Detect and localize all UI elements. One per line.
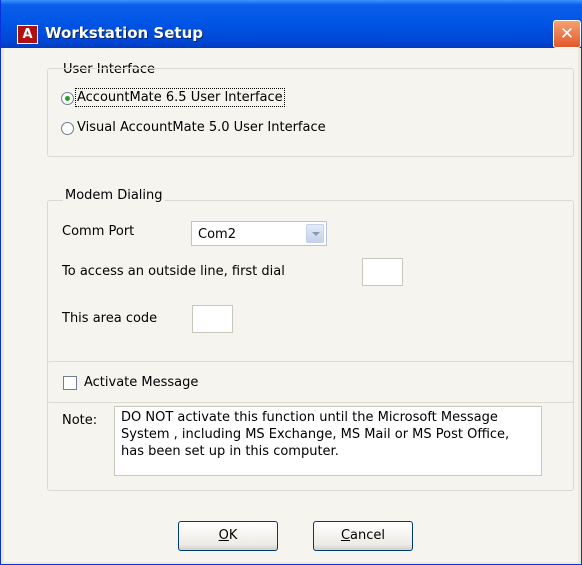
- app-logo-icon: A: [17, 25, 38, 44]
- ok-button-label: K: [228, 528, 238, 543]
- area-code-input[interactable]: [192, 305, 233, 333]
- comm-port-value: Com2: [198, 227, 236, 242]
- title-bar[interactable]: A Workstation Setup ✕: [1, 0, 582, 48]
- close-icon: ✕: [559, 24, 575, 44]
- comm-port-select[interactable]: Com2: [191, 221, 327, 246]
- window-title: Workstation Setup: [45, 24, 203, 42]
- chevron-down-icon[interactable]: [306, 224, 324, 243]
- note-label: Note:: [62, 413, 98, 428]
- comm-port-label: Comm Port: [62, 224, 135, 239]
- modem-dialing-group-label: Modem Dialing: [63, 188, 165, 203]
- activate-message-label[interactable]: Activate Message: [84, 375, 202, 390]
- ok-button[interactable]: OK: [178, 521, 278, 551]
- cancel-button-label: ancel: [350, 528, 386, 543]
- area-code-label: This area code: [62, 311, 158, 326]
- outside-line-label: To access an outside line, first dial: [62, 264, 285, 279]
- note-text-box: DO NOT activate this function until the …: [114, 406, 542, 476]
- cancel-button[interactable]: Cancel: [313, 521, 413, 551]
- workstation-setup-dialog: A Workstation Setup ✕ User Interface Acc…: [0, 0, 582, 565]
- cancel-button-mnemonic: C: [340, 528, 351, 543]
- activate-message-checkbox[interactable]: [63, 376, 77, 390]
- dialog-body: User Interface AccountMate 6.5 User Inte…: [4, 48, 578, 562]
- ok-button-mnemonic: O: [218, 528, 229, 543]
- outside-line-input[interactable]: [362, 258, 403, 286]
- user-interface-frame: [47, 68, 574, 157]
- close-button[interactable]: ✕: [553, 20, 581, 48]
